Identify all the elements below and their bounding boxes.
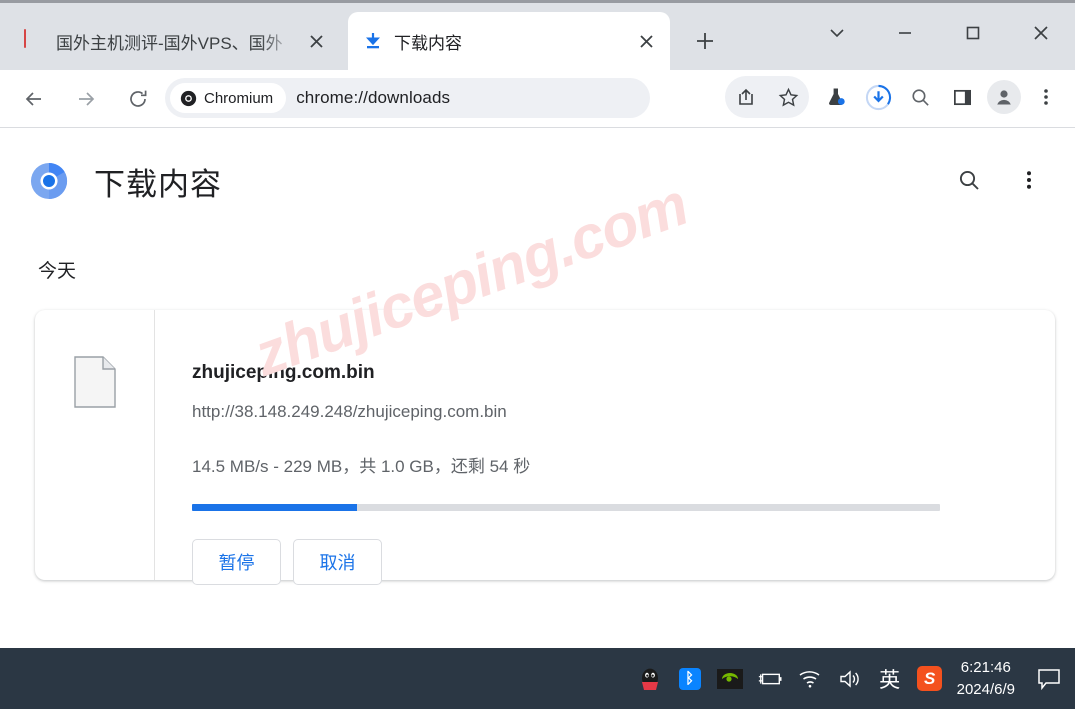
wifi-icon[interactable] bbox=[797, 666, 823, 692]
chromium-chip-icon bbox=[180, 90, 197, 106]
page-title: 下载内容 bbox=[94, 166, 222, 202]
tab-search-button[interactable] bbox=[803, 12, 871, 54]
new-tab-button[interactable] bbox=[686, 22, 724, 60]
chip-label: Chromium bbox=[204, 89, 274, 107]
share-icon[interactable] bbox=[725, 76, 767, 118]
download-file-icon-column bbox=[35, 310, 155, 580]
menu-icon[interactable] bbox=[1025, 76, 1067, 118]
download-progress-bar bbox=[192, 504, 940, 511]
download-source-url: http://38.148.249.248/zhujiceping.com.bi… bbox=[192, 402, 507, 421]
forward-button[interactable] bbox=[66, 79, 106, 119]
download-item-card[interactable]: zhujiceping.com.bin http://38.148.249.24… bbox=[35, 310, 1055, 585]
ime-icon[interactable]: 英 bbox=[877, 666, 903, 692]
pause-button[interactable]: 暂停 bbox=[192, 539, 281, 585]
profile-icon[interactable] bbox=[983, 76, 1025, 118]
sogou-label: S bbox=[917, 666, 943, 691]
tab-strip: 国外主机测评-国外VPS、国外 下载内容 bbox=[0, 0, 1075, 70]
tab-close-icon[interactable] bbox=[304, 29, 328, 53]
download-status-text: 14.5 MB/s - 229 MB，共 1.0 GB，还剩 54 秒 bbox=[192, 457, 531, 476]
maximize-button[interactable] bbox=[939, 12, 1007, 54]
flask-icon[interactable] bbox=[815, 76, 857, 118]
tab-active-downloads[interactable]: 下载内容 bbox=[348, 12, 670, 70]
back-button[interactable] bbox=[14, 79, 54, 119]
omnibox-url-text: chrome://downloads bbox=[296, 88, 451, 107]
tab-inactive-site[interactable]: 国外主机测评-国外VPS、国外 bbox=[10, 12, 340, 70]
omnibox-chip[interactable]: Chromium bbox=[170, 83, 287, 113]
qq-icon[interactable] bbox=[637, 666, 663, 692]
reload-button[interactable] bbox=[118, 79, 158, 119]
page-header-actions bbox=[949, 160, 1049, 200]
search-icon[interactable] bbox=[899, 76, 941, 118]
tab-title: 国外主机测评-国外VPS、国外 bbox=[56, 33, 283, 53]
close-button[interactable] bbox=[1007, 12, 1075, 54]
tab-close-icon[interactable] bbox=[634, 29, 658, 53]
windows-taskbar: ᛒ 英 S 6:21:46 2024/6/9 bbox=[0, 648, 1075, 709]
download-file-name[interactable]: zhujiceping.com.bin bbox=[192, 362, 1055, 384]
window-top-border bbox=[0, 0, 1075, 3]
battery-icon[interactable] bbox=[757, 666, 783, 692]
download-progress-fill bbox=[192, 504, 357, 511]
download-icon bbox=[362, 30, 384, 52]
clock-time: 6:21:46 bbox=[960, 658, 1011, 676]
window-controls bbox=[803, 12, 1075, 54]
toolbar-pill-group bbox=[725, 76, 809, 118]
browser-window: 国外主机测评-国外VPS、国外 下载内容 Chromium chrome://d… bbox=[0, 0, 1075, 709]
cancel-button[interactable]: 取消 bbox=[293, 539, 382, 585]
downloads-page: 下载内容 今天 zhujiceping.com.bin http://38.14… bbox=[0, 128, 1075, 648]
site-favicon bbox=[24, 29, 46, 52]
clock-date: 2024/6/9 bbox=[956, 680, 1015, 698]
download-details: zhujiceping.com.bin http://38.148.249.24… bbox=[155, 310, 1055, 585]
bluetooth-icon[interactable]: ᛒ bbox=[677, 666, 703, 692]
notification-icon[interactable] bbox=[1029, 659, 1069, 699]
download-progress-icon[interactable] bbox=[857, 76, 899, 118]
address-bar[interactable]: Chromium chrome://downloads bbox=[165, 78, 650, 118]
tab-title: 下载内容 bbox=[394, 33, 462, 53]
minimize-button[interactable] bbox=[871, 12, 939, 54]
search-icon[interactable] bbox=[949, 160, 989, 200]
avatar bbox=[987, 80, 1021, 114]
more-vertical-icon[interactable] bbox=[1009, 160, 1049, 200]
section-label-today: 今天 bbox=[38, 261, 77, 282]
sogou-icon[interactable]: S bbox=[917, 666, 943, 692]
star-icon[interactable] bbox=[767, 76, 809, 118]
taskbar-clock[interactable]: 6:21:46 2024/6/9 bbox=[957, 657, 1015, 701]
nvidia-icon[interactable] bbox=[716, 666, 743, 692]
download-actions: 暂停 取消 bbox=[192, 539, 1055, 585]
side-panel-icon[interactable] bbox=[941, 76, 983, 118]
chromium-logo-icon bbox=[30, 162, 68, 200]
volume-icon[interactable] bbox=[837, 666, 863, 692]
page-header: 下载内容 bbox=[0, 146, 1075, 216]
file-icon bbox=[73, 356, 116, 408]
system-tray: ᛒ 英 S bbox=[637, 666, 943, 692]
toolbar-actions bbox=[725, 76, 1067, 118]
